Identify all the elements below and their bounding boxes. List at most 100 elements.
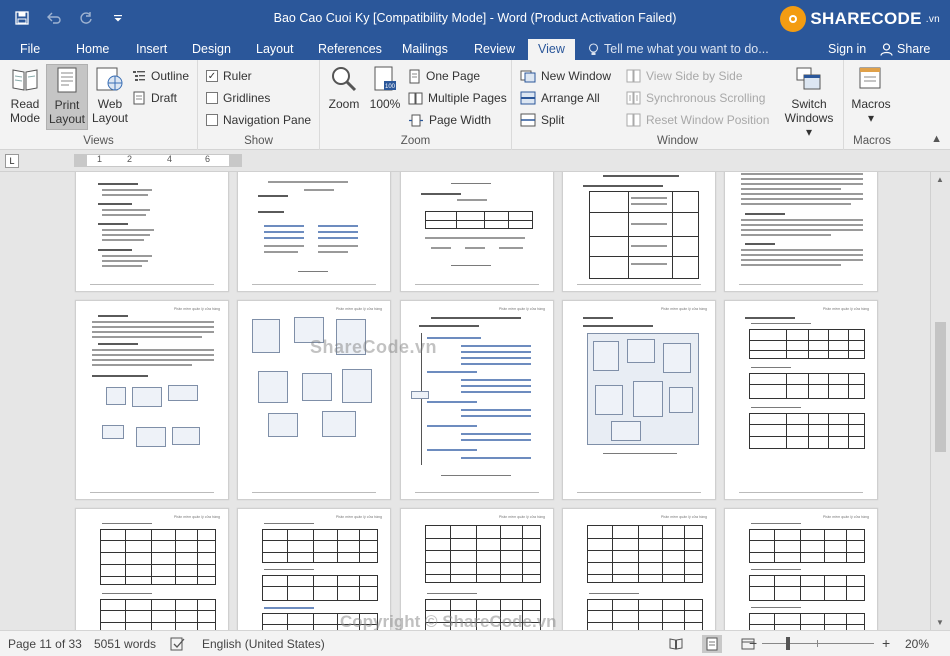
title-bar: Bao Cao Cuoi Ky [Compatibility Mode] - W…	[0, 0, 950, 36]
page-thumbnail[interactable]	[237, 172, 391, 292]
ribbon-tabs: File Home Insert Design Layout Reference…	[0, 36, 950, 60]
status-bar: Page 11 of 33 5051 words English (United…	[0, 630, 950, 656]
view-side-by-side-button[interactable]: View Side by Side	[626, 66, 743, 86]
views-group-label: Views	[83, 135, 114, 147]
page-width-icon	[409, 114, 423, 126]
tab-insert[interactable]: Insert	[126, 39, 177, 60]
page-thumbnail[interactable]	[562, 172, 716, 292]
multiple-pages-icon	[408, 92, 423, 104]
tab-design[interactable]: Design	[182, 39, 241, 60]
zoom-in-button[interactable]: +	[882, 635, 890, 651]
zoom-group-label: Zoom	[400, 135, 431, 147]
arrange-all-button[interactable]: Arrange All	[520, 88, 600, 108]
scroll-up-arrow-icon[interactable]: ▲	[936, 175, 944, 184]
draft-button[interactable]: Draft	[132, 88, 177, 108]
tab-layout[interactable]: Layout	[246, 39, 304, 60]
page-thumbnail[interactable]	[75, 172, 229, 292]
read-mode-button[interactable]: Read Mode	[6, 64, 44, 125]
switch-windows-button[interactable]: Switch Windows ▾	[782, 64, 836, 139]
arrange-all-icon	[520, 91, 536, 105]
page-width-button[interactable]: Page Width	[408, 110, 491, 130]
share-button[interactable]: Share	[880, 39, 930, 60]
synchronous-scrolling-button[interactable]: Synchronous Scrolling	[626, 88, 765, 108]
multiple-pages-button[interactable]: Multiple Pages	[408, 88, 507, 108]
read-mode-icon	[10, 64, 40, 94]
macros-group-label: Macros	[853, 135, 891, 147]
switch-windows-icon	[794, 64, 824, 94]
dropdown-arrow-icon: ▾	[867, 111, 875, 125]
checkbox-unchecked-icon	[206, 114, 218, 126]
copyright-watermark: Copyright © ShareCode.vn	[340, 612, 557, 630]
page-thumbnail[interactable]	[724, 172, 878, 292]
reset-window-icon	[626, 113, 641, 127]
print-layout-icon	[52, 65, 82, 95]
new-window-button[interactable]: New Window	[520, 66, 611, 86]
zoom-100-icon: 100	[370, 64, 400, 94]
print-layout-view-icon[interactable]	[702, 635, 722, 653]
zoom-slider-thumb[interactable]	[786, 637, 790, 650]
ruler-margin-right	[229, 155, 241, 166]
checkbox-unchecked-icon	[206, 92, 218, 104]
zoom-button[interactable]: Zoom	[324, 64, 364, 111]
tab-references[interactable]: References	[308, 39, 392, 60]
page-thumbnail[interactable]: Phân mềm quản lý cửa hàng	[562, 300, 716, 500]
tab-view[interactable]: View	[528, 39, 575, 60]
scrollbar-thumb[interactable]	[935, 322, 946, 452]
sign-in-link[interactable]: Sign in	[828, 39, 866, 60]
tab-mailings[interactable]: Mailings	[392, 39, 458, 60]
ruler-strip: L 1 2 4 6	[0, 150, 950, 172]
web-layout-button[interactable]: Web Layout	[90, 64, 130, 125]
ruler-checkbox[interactable]: ✓ Ruler	[206, 66, 252, 86]
page-thumbnail[interactable]: Phân mềm quản lý cửa hàng	[724, 300, 878, 500]
page-thumbnail[interactable]: Phân mềm quản lý cửa hàng	[562, 508, 716, 630]
proofing-icon[interactable]	[170, 637, 186, 654]
page-thumbnail[interactable]: Phân mềm quản lý cửa hàng	[724, 508, 878, 630]
scroll-down-arrow-icon[interactable]: ▼	[936, 618, 944, 627]
outline-icon	[133, 71, 145, 81]
page-thumbnail[interactable]: Phân mềm quản lý cửa hàng	[237, 300, 391, 500]
outline-button[interactable]: Outline	[132, 66, 189, 86]
zoom-slider[interactable]	[762, 643, 874, 644]
language-indicator[interactable]: English (United States)	[202, 637, 325, 651]
horizontal-ruler[interactable]: 1 2 4 6	[74, 154, 242, 167]
sharecode-logo: SHARECODE .vn	[780, 4, 940, 34]
zoom-100-button[interactable]: 100 100%	[366, 64, 404, 111]
print-layout-button[interactable]: Print Layout	[46, 64, 88, 130]
page-count[interactable]: Page 11 of 33	[8, 637, 82, 651]
macros-group: Macros ▾ Macros ▲	[844, 60, 950, 150]
tell-me-search[interactable]: Tell me what you want to do...	[588, 39, 769, 60]
one-page-button[interactable]: One Page	[408, 66, 480, 86]
zoom-out-button[interactable]: −	[749, 635, 757, 651]
page-thumbnail[interactable]: Phân mềm quản lý cửa hàng	[75, 300, 229, 500]
gridlines-checkbox[interactable]: Gridlines	[206, 88, 270, 108]
zoom-level[interactable]: 20%	[905, 637, 929, 651]
zoom-slider-center-mark	[817, 640, 818, 647]
new-window-icon	[520, 70, 536, 83]
page-thumbnail[interactable]	[400, 172, 554, 292]
macros-icon	[856, 64, 886, 94]
svg-text:100: 100	[385, 84, 396, 90]
zoom-group: Zoom 100 100% One Page Multiple Pages Pa…	[320, 60, 512, 150]
split-button[interactable]: Split	[520, 110, 564, 130]
reset-window-position-button[interactable]: Reset Window Position	[626, 110, 769, 130]
word-count[interactable]: 5051 words	[94, 637, 156, 651]
show-group: ✓ Ruler Gridlines Navigation Pane Show	[198, 60, 320, 150]
tab-selector[interactable]: L	[5, 154, 19, 168]
window-group: New Window Arrange All Split View Side b…	[512, 60, 844, 150]
show-group-label: Show	[244, 135, 273, 147]
watermark-text: ShareCode.vn	[310, 337, 438, 357]
vertical-scrollbar[interactable]: ▲ ▼	[930, 172, 950, 630]
tab-review[interactable]: Review	[464, 39, 525, 60]
split-icon	[520, 113, 536, 127]
collapse-ribbon-icon[interactable]: ▲	[931, 133, 942, 145]
page-thumbnail[interactable]: Phân mềm quản lý cửa hàng	[400, 300, 554, 500]
logo-mark-icon	[780, 6, 807, 32]
tab-home[interactable]: Home	[66, 39, 119, 60]
macros-button[interactable]: Macros ▾	[848, 64, 894, 125]
window-group-label: Window	[657, 135, 698, 147]
document-area[interactable]: Phân mềm quản lý cửa hàng Phân mềm quản …	[0, 172, 930, 630]
navigation-pane-checkbox[interactable]: Navigation Pane	[206, 110, 311, 130]
read-mode-view-icon[interactable]	[666, 635, 686, 653]
page-thumbnail[interactable]: Phân mềm quản lý cửa hàng	[75, 508, 229, 630]
tab-file[interactable]: File	[10, 39, 50, 60]
